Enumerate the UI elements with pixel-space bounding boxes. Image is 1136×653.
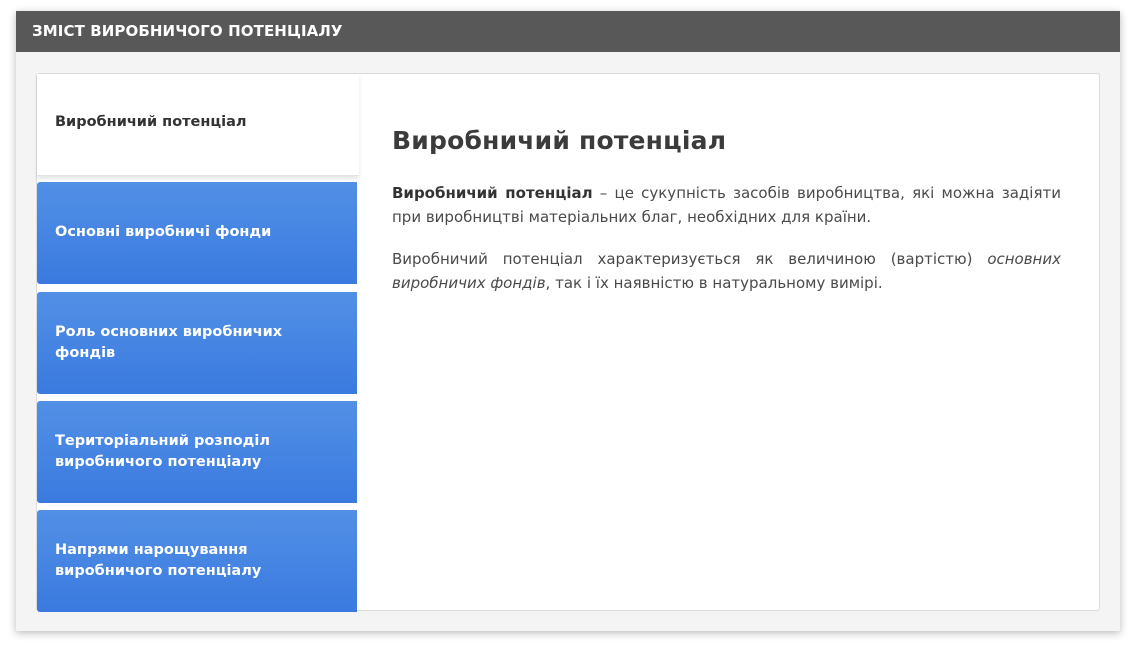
tabbed-panel: Виробничий потенціал Основні виробничі ф… bbox=[36, 73, 1100, 612]
tab-content: Виробничий потенціал Виробничий потенціа… bbox=[392, 126, 1061, 313]
tab-label: Виробничий потенціал bbox=[55, 113, 247, 130]
content-window: ЗМІСТ ВИРОБНИЧОГО ПОТЕНЦІАЛУ Виробничий … bbox=[16, 11, 1120, 631]
tab-label: Напрями нарощування виробничого потенціа… bbox=[55, 541, 262, 579]
window-header: ЗМІСТ ВИРОБНИЧОГО ПОТЕНЦІАЛУ bbox=[16, 11, 1120, 52]
tab-label: Основні виробничі фонди bbox=[55, 224, 272, 241]
tab-rol-osnovnykh-fondiv[interactable]: Роль основних виробничих фондів bbox=[37, 292, 357, 394]
description-paragraph: Виробничий потенціал характеризується як… bbox=[392, 247, 1061, 295]
tab-terytorialnyi-rozpodil[interactable]: Територіальний розподіл виробничого поте… bbox=[37, 401, 357, 503]
tab-list: Виробничий потенціал Основні виробничі ф… bbox=[37, 74, 359, 612]
tab-napriamy-naroshchuvannia[interactable]: Напрями нарощування виробничого потенціа… bbox=[37, 510, 357, 612]
content-title: Виробничий потенціал bbox=[392, 126, 727, 155]
description-text-b: , так і їх наявністю в натуральному вимі… bbox=[545, 274, 883, 292]
definition-term: Виробничий потенціал bbox=[392, 184, 593, 202]
description-text-a: Виробничий потенціал характеризується як… bbox=[392, 250, 988, 268]
tab-label: Територіальний розподіл виробничого поте… bbox=[55, 432, 270, 470]
tab-label: Роль основних виробничих фондів bbox=[55, 323, 283, 361]
tab-osnovni-vyrobnychi-fondy[interactable]: Основні виробничі фонди bbox=[37, 182, 357, 284]
tab-vyrobnychyi-potentsial[interactable]: Виробничий потенціал bbox=[37, 74, 359, 176]
header-title: ЗМІСТ ВИРОБНИЧОГО ПОТЕНЦІАЛУ bbox=[32, 22, 343, 40]
definition-paragraph: Виробничий потенціал – це сукупність зас… bbox=[392, 181, 1061, 229]
